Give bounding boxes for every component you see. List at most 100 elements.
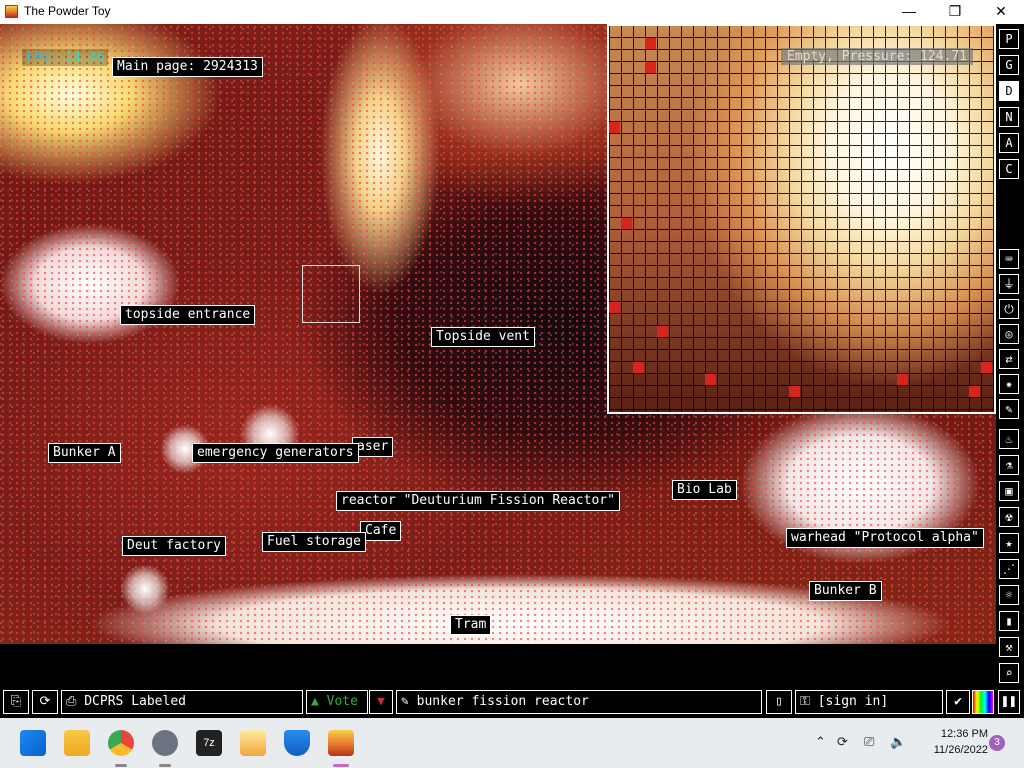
pause-icon[interactable]: ❚❚	[998, 690, 1020, 714]
zoom-pixel	[969, 386, 980, 397]
window-title: The Powder Toy	[24, 4, 111, 18]
arrows-icon[interactable]: ⇄	[999, 349, 1019, 369]
photos-icon[interactable]	[240, 730, 266, 756]
pressure-readout: Empty, Pressure: 124.71	[781, 48, 974, 65]
sensor-icon[interactable]: ◎	[999, 324, 1019, 344]
save-name: DCPRS Labeled	[84, 694, 186, 709]
powder-toy-icon[interactable]	[328, 730, 354, 756]
reload-icon[interactable]: ⟳	[32, 690, 58, 714]
keyboard-icon[interactable]: ⌨	[999, 249, 1019, 269]
flask-icon[interactable]: ⚗	[999, 455, 1019, 475]
close-button[interactable]: ✕	[978, 0, 1024, 24]
chevron-up-icon[interactable]: ⌃	[815, 734, 826, 750]
sign-label[interactable]: Bio Lab	[672, 480, 737, 500]
chrome-icon[interactable]	[108, 730, 134, 756]
active-indicator	[333, 764, 349, 767]
clock-date: 11/26/2022	[933, 744, 988, 756]
taskbar: 7z ⌃ ⟳ ⎚ 🔈 12:36 PM 11/26/2022 3	[0, 718, 1024, 768]
save-name-field[interactable]: ⎙ DCPRS Labeled	[61, 690, 303, 714]
vote-label: Vote	[326, 694, 358, 709]
network-icon[interactable]: ⎚	[864, 734, 874, 750]
sign-label[interactable]: emergency generators	[192, 443, 359, 463]
power-icon[interactable]: ⏻	[999, 299, 1019, 319]
sign-label[interactable]: Topside vent	[431, 327, 535, 347]
radiation-icon[interactable]: ☢	[999, 507, 1019, 527]
brush-icon[interactable]: ✎	[999, 399, 1019, 419]
volume-icon[interactable]: 🔈	[890, 734, 906, 750]
sign-label[interactable]: Tram	[450, 615, 492, 635]
sign-label[interactable]: warhead "Protocol alpha"	[786, 528, 984, 548]
save-icon: ⎙	[66, 694, 85, 709]
zoom-pixel	[645, 62, 656, 73]
sign-label[interactable]: Fuel storage	[262, 532, 366, 552]
star-icon[interactable]: ★	[999, 533, 1019, 553]
main-page-sign[interactable]: Main page: 2924313	[112, 57, 263, 77]
mode-button-d[interactable]: D	[999, 81, 1019, 101]
zoom-pixel	[621, 218, 632, 229]
vote-down-button[interactable]: ▼	[369, 690, 393, 714]
explosive-icon[interactable]: ✷	[999, 374, 1019, 394]
mode-button-c[interactable]: C	[999, 159, 1019, 179]
running-indicator	[159, 764, 171, 767]
notification-badge[interactable]: 3	[989, 735, 1005, 751]
vote-up-button[interactable]: ▲ Vote	[306, 690, 368, 714]
sign-in-button[interactable]: ⚿ [sign in]	[795, 690, 943, 714]
sign-label[interactable]: Bunker A	[48, 443, 121, 463]
maximize-button[interactable]: ❐	[932, 0, 978, 24]
zoom-pixel	[633, 362, 644, 373]
sign-label[interactable]: reactor "Deuturium Fission Reactor"	[336, 491, 620, 511]
right-sidebar: P G D N A C ⌨ ⏚ ⏻ ◎ ⇄ ✷ ✎ ♨ ⚗ ▣ ☢ ★ ⋰ ☼ …	[996, 24, 1024, 688]
dots-icon[interactable]: ⋰	[999, 559, 1019, 579]
simulation-canvas[interactable]: FPS: 14.46 Main page: 2924313 topside en…	[0, 24, 996, 688]
description: bunker fission reactor	[416, 694, 589, 709]
minimize-button[interactable]: —	[886, 0, 932, 24]
search-icon[interactable]: ⌕	[999, 663, 1019, 683]
description-field[interactable]: ✎ bunker fission reactor	[396, 690, 762, 714]
zoom-pixel	[657, 326, 668, 337]
sign-label[interactable]: topside entrance	[120, 305, 256, 325]
fire-icon[interactable]: ♨	[999, 429, 1019, 449]
mode-button-p[interactable]: P	[999, 29, 1019, 49]
bulb-icon[interactable]: ☼	[999, 585, 1019, 605]
sign-label[interactable]: Deut factory	[122, 536, 226, 556]
file-explorer-icon[interactable]	[64, 730, 90, 756]
zoom-pixel	[609, 122, 620, 133]
new-simulation-icon[interactable]: ▯	[766, 690, 792, 714]
mode-button-g[interactable]: G	[999, 55, 1019, 75]
start-icon[interactable]	[20, 730, 46, 756]
defender-icon[interactable]	[284, 730, 310, 756]
zoom-pixel	[789, 386, 800, 397]
tool-icon[interactable]: ⚒	[999, 637, 1019, 657]
fps-label: FPS:	[26, 50, 58, 65]
wall-icon[interactable]: ▣	[999, 481, 1019, 501]
sign-label[interactable]: Bunker B	[809, 581, 882, 601]
zoom-pixel	[609, 302, 620, 313]
zoom-pixel	[981, 362, 992, 373]
vote-down-icon: ▼	[377, 694, 385, 709]
settings-icon[interactable]	[152, 730, 178, 756]
settings-check-icon[interactable]: ✔	[946, 690, 970, 714]
sign-label[interactable]: Cafe	[360, 521, 402, 541]
plug-icon[interactable]: ⏚	[999, 274, 1019, 294]
zoom-window	[607, 24, 996, 414]
bookmark-icon[interactable]: ▮	[999, 611, 1019, 631]
7zip-icon[interactable]: 7z	[196, 730, 222, 756]
clock[interactable]: 12:36 PM 11/26/2022	[916, 726, 988, 758]
tag-icon: ✎	[401, 694, 417, 709]
fps-value: 14.46	[65, 50, 105, 65]
powder-toy-app-icon	[5, 5, 18, 18]
fps-counter: FPS: 14.46	[22, 49, 109, 66]
running-indicator	[115, 764, 127, 767]
hotspot	[120, 564, 170, 614]
open-save-icon[interactable]: ⎘	[3, 690, 29, 714]
bottom-bar: ⎘ ⟳ ⎙ DCPRS Labeled ▲ Vote ▼ ✎ bunker fi…	[0, 688, 1024, 718]
title-bar: The Powder Toy — ❐ ✕	[0, 0, 1024, 24]
mode-button-n[interactable]: N	[999, 107, 1019, 127]
zoom-pixel	[897, 374, 908, 385]
void-band	[0, 644, 996, 688]
color-picker-icon[interactable]	[972, 690, 994, 714]
sync-icon[interactable]: ⟳	[837, 734, 848, 750]
vote-up-icon: ▲	[311, 694, 327, 709]
mode-button-a[interactable]: A	[999, 133, 1019, 153]
zoom-pixel	[645, 38, 656, 49]
